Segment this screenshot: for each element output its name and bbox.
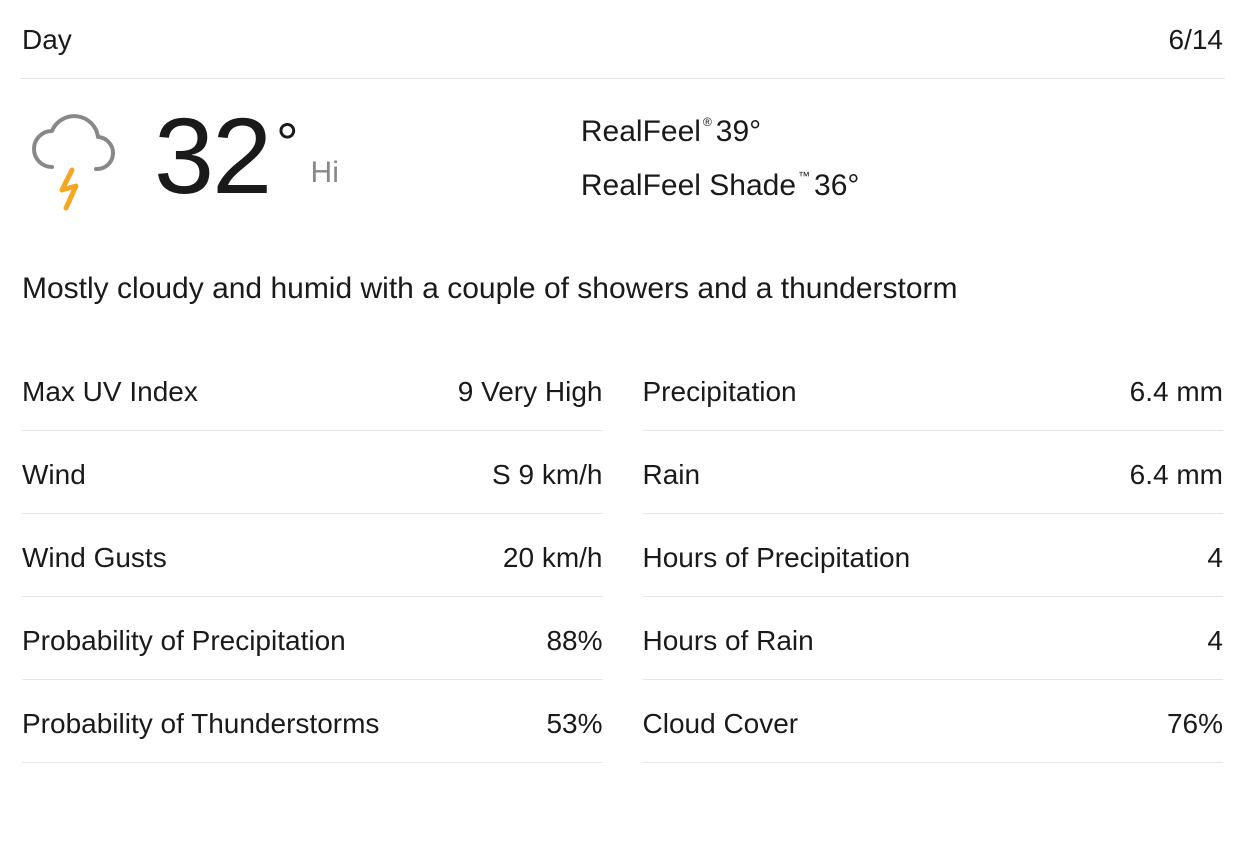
thunderstorm-icon xyxy=(22,107,122,217)
detail-value: 4 xyxy=(1207,625,1223,657)
temperature-block: 32 ° Hi xyxy=(154,107,339,204)
weather-card: Day 6/14 32 ° Hi RealFeel ® 39° RealFee xyxy=(0,0,1245,763)
detail-label: Hours of Precipitation xyxy=(643,542,911,574)
detail-row: Precipitation 6.4 mm xyxy=(643,348,1224,431)
detail-row: Wind Gusts 20 km/h xyxy=(22,514,603,597)
detail-value: 53% xyxy=(546,708,602,740)
details-right-column: Precipitation 6.4 mm Rain 6.4 mm Hours of Pr… xyxy=(643,348,1224,763)
detail-value: 6.4 mm xyxy=(1130,376,1223,408)
realfeel-shade-line: RealFeel Shade ™ 36° xyxy=(581,169,860,203)
detail-value: S 9 km/h xyxy=(492,459,602,491)
detail-value: 20 km/h xyxy=(503,542,603,574)
registered-symbol: ® xyxy=(703,115,712,129)
detail-label: Precipitation xyxy=(643,376,797,408)
detail-value: 88% xyxy=(546,625,602,657)
detail-row: Probability of Precipitation 88% xyxy=(22,597,603,680)
detail-label: Probability of Precipitation xyxy=(22,625,346,657)
realfeel-value: 39° xyxy=(716,115,761,149)
detail-row: Cloud Cover 76% xyxy=(643,680,1224,763)
detail-label: Wind xyxy=(22,459,86,491)
detail-value: 6.4 mm xyxy=(1130,459,1223,491)
details-block: Max UV Index9 Very HighWindS 9 km/hWind … xyxy=(20,330,1225,763)
detail-row: Hours of Precipitation 4 xyxy=(643,514,1224,597)
trademark-symbol: ™ xyxy=(798,169,810,183)
detail-label: Wind Gusts xyxy=(22,542,167,574)
detail-value: 9 Very High xyxy=(458,376,603,408)
realfeel-label: RealFeel xyxy=(581,115,701,149)
realfeel-line: RealFeel ® 39° xyxy=(581,115,860,149)
detail-label: Rain xyxy=(643,459,701,491)
detail-label: Probability of Thunderstorms xyxy=(22,708,379,740)
detail-row: Hours of Rain 4 xyxy=(643,597,1224,680)
date: 6/14 xyxy=(1169,24,1224,56)
detail-row: Wind S 9 km/h xyxy=(22,431,603,514)
detail-row: Rain 6.4 mm xyxy=(643,431,1224,514)
period-title: Day xyxy=(22,24,72,56)
detail-row: Max UV Index 9 Very High xyxy=(22,348,603,431)
card-header: Day 6/14 xyxy=(20,24,1225,78)
hi-label: Hi xyxy=(311,156,339,190)
realfeel-shade-value: 36° xyxy=(814,169,859,203)
realfeel-block: RealFeel ® 39° RealFeel Shade ™ 36° xyxy=(581,107,860,203)
details-left-column: Max UV Index9 Very HighWindS 9 km/hWind … xyxy=(22,348,603,763)
realfeel-shade-label: RealFeel Shade xyxy=(581,169,796,203)
detail-value: 4 xyxy=(1207,542,1223,574)
temperature: 32 ° xyxy=(154,107,297,204)
detail-row: Probability of Thunderstorms 53% xyxy=(22,680,603,763)
detail-label: Cloud Cover xyxy=(643,708,799,740)
summary-block: 32 ° Hi RealFeel ® 39° RealFeel Shade ™ … xyxy=(20,79,1225,225)
degree-symbol: ° xyxy=(276,115,296,171)
detail-value: 76% xyxy=(1167,708,1223,740)
forecast-description: Mostly cloudy and humid with a couple of… xyxy=(20,225,1225,330)
temperature-value: 32 xyxy=(154,107,270,204)
detail-label: Hours of Rain xyxy=(643,625,814,657)
detail-label: Max UV Index xyxy=(22,376,198,408)
